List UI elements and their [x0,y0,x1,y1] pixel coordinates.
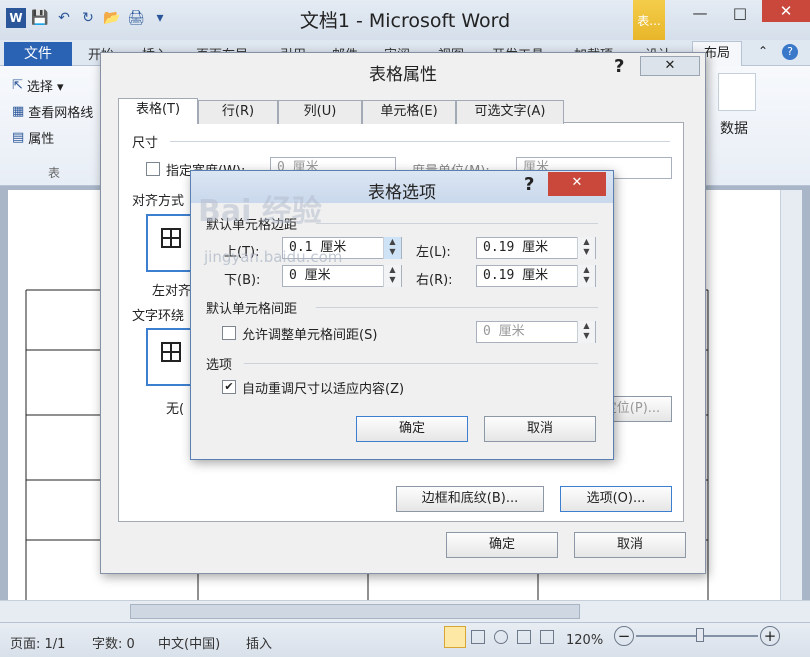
table-options-cancel-button[interactable]: 取消 [484,416,596,442]
context-tab-table-tools[interactable]: 表... [633,0,665,40]
close-window-button[interactable]: ✕ [762,0,810,22]
select-icon: ⇱ [12,78,23,93]
web-layout-icon[interactable] [494,630,508,644]
align-left-label: 左对齐 [152,284,192,299]
tab-cell[interactable]: 单元格(E) [362,100,456,124]
align-left-icon [161,228,181,248]
horizontal-scrollbar[interactable] [0,600,810,622]
zoom-in-button[interactable]: + [760,626,780,646]
tab-row[interactable]: 行(R) [198,100,278,124]
vertical-scrollbar[interactable] [780,190,802,600]
borders-shading-button[interactable]: 边框和底纹(B)... [396,486,544,512]
size-section-label: 尺寸 [132,136,159,151]
allow-spacing-checkbox[interactable] [222,326,236,340]
options-button[interactable]: 选项(O)... [560,486,672,512]
table-properties-close-button[interactable]: ✕ [640,56,700,76]
spacing-divider [316,307,598,308]
default-spacing-label: 默认单元格间距 [206,302,298,317]
options-divider [244,363,598,364]
view-gridlines-button[interactable]: ▦ 查看网格线 [12,102,93,121]
insert-mode[interactable]: 插入 [246,633,272,652]
alignment-section-label: 对齐方式 [132,194,185,209]
page-count[interactable]: 页面: 1/1 [10,633,65,652]
tab-alt-text[interactable]: 可选文字(A) [456,100,564,124]
wrap-none-option[interactable] [146,328,196,386]
data-button-label[interactable]: 数据 [720,118,748,138]
options-section-label: 选项 [206,358,233,373]
wrap-section-label: 文字环绕 [132,309,185,324]
ribbon-minimize-icon[interactable]: ⌃ [758,44,768,58]
allow-spacing-label: 允许调整单元格间距(S) [242,328,378,343]
wrap-none-label: 无( [166,402,185,417]
table-properties-ok-button[interactable]: 确定 [446,532,558,558]
print-layout-icon[interactable] [444,626,466,648]
table-options-help-icon[interactable]: ? [524,174,534,195]
minimize-button[interactable]: — [680,0,720,26]
baidu-watermark: Bai 经验 [198,194,322,229]
help-icon[interactable]: ? [782,44,798,60]
tab-table[interactable]: 表格(T) [118,98,198,124]
top-margin-spinner[interactable]: ▲ ▼ [383,237,401,259]
bottom-margin-spinner[interactable]: ▲ ▼ [383,265,401,287]
table-properties-help-icon[interactable]: ? [614,56,624,77]
right-margin-spinner[interactable]: ▲ ▼ [577,265,595,287]
file-tab[interactable]: 文件 [4,42,72,66]
zoom-level[interactable]: 120% [566,633,603,648]
outline-view-icon[interactable] [517,630,531,644]
language[interactable]: 中文(中国) [158,633,220,652]
bottom-margin-label: 下(B): [224,273,261,288]
left-margin-spinner[interactable]: ▲ ▼ [577,237,595,259]
zoom-slider-thumb[interactable] [696,628,704,642]
group-label-table: 表 [48,166,61,180]
baidu-watermark-url: jingyan.baidu.com [204,248,343,266]
table-options-close-button[interactable]: ✕ [548,172,606,196]
zoom-out-button[interactable]: − [614,626,634,646]
gridlines-icon: ▦ [12,104,25,119]
maximize-button[interactable]: □ [720,0,760,26]
properties-button[interactable]: ▤ 属性 [12,128,54,147]
data-icon[interactable] [718,73,756,111]
align-left-option[interactable] [146,214,196,272]
tab-column[interactable]: 列(U) [278,100,362,124]
autofit-checkbox[interactable]: ✔ [222,380,236,394]
table-options-ok-button[interactable]: 确定 [356,416,468,442]
right-margin-label: 右(R): [416,273,453,288]
table-properties-cancel-button[interactable]: 取消 [574,532,686,558]
properties-icon: ▤ [12,130,25,145]
size-divider [170,141,670,142]
word-count[interactable]: 字数: 0 [92,633,135,652]
margins-divider [316,223,598,224]
draft-view-icon[interactable] [540,630,554,644]
wrap-none-icon [161,342,181,362]
autofit-label: 自动重调尺寸以适应内容(Z) [242,382,405,397]
spacing-spinner[interactable]: ▲ ▼ [577,321,595,343]
horizontal-scroll-thumb[interactable] [130,604,580,619]
left-margin-label: 左(L): [416,245,451,260]
full-screen-reading-icon[interactable] [471,630,485,644]
specify-width-checkbox[interactable] [146,162,160,176]
select-button[interactable]: ⇱ 选择 ▾ [12,76,64,95]
